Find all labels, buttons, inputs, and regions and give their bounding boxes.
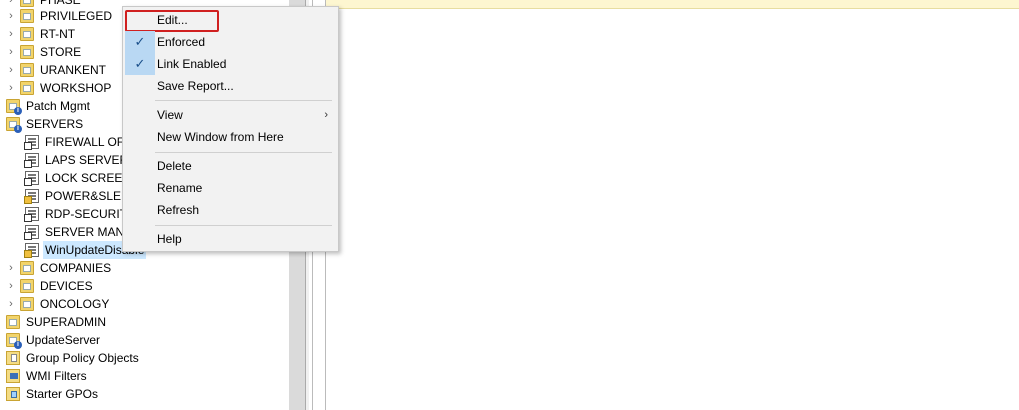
ou-folder-icon: [20, 9, 34, 23]
context-menu: Edit... ✓ Enforced ✓ Link Enabled Save R…: [122, 6, 339, 252]
menu-item-help[interactable]: Help: [125, 228, 336, 250]
check-icon: ✓: [125, 31, 155, 53]
ou-folder-icon: [20, 279, 34, 293]
menu-separator: [155, 100, 332, 101]
ou-folder-icon: [20, 261, 34, 275]
chevron-right-icon[interactable]: ›: [6, 61, 16, 79]
menu-item-delete[interactable]: Delete: [125, 155, 336, 177]
tree-item-privileged[interactable]: › PRIVILEGED: [6, 7, 114, 25]
info-banner: [326, 0, 1019, 9]
tree-item-group-policy-objects[interactable]: Group Policy Objects: [6, 349, 141, 367]
submenu-arrow-icon: ›: [324, 109, 328, 121]
chevron-right-icon[interactable]: ›: [6, 79, 16, 97]
tree-item-starter-gpos[interactable]: Starter GPOs: [6, 385, 100, 403]
menu-separator: [155, 225, 332, 226]
chevron-right-icon[interactable]: ›: [6, 277, 16, 295]
tree-item-oncology[interactable]: › ONCOLOGY: [6, 295, 111, 313]
ou-folder-icon: [20, 63, 34, 77]
menu-item-refresh[interactable]: Refresh: [125, 199, 336, 221]
details-pane: [326, 0, 1019, 410]
ou-folder-icon: [20, 27, 34, 41]
tree-item-lock-screen[interactable]: LOCK SCREEN: [24, 169, 133, 187]
tree-item-rdp-security[interactable]: RDP-SECURITY: [24, 205, 137, 223]
ou-folder-icon: [20, 0, 34, 7]
gpo-link-icon: [24, 225, 39, 240]
menu-gutter: [125, 155, 155, 177]
starter-gpo-folder-icon: [6, 387, 20, 401]
ou-info-icon: [6, 117, 22, 133]
tree-item-companies[interactable]: › COMPANIES: [6, 259, 113, 277]
menu-gutter: [125, 75, 155, 97]
gpo-link-warn-icon: [24, 243, 39, 258]
tree-item-patch-mgmt[interactable]: Patch Mgmt: [6, 97, 92, 115]
gpo-link-icon: [24, 171, 39, 186]
tree-item-urankent[interactable]: › URANKENT: [6, 61, 108, 79]
menu-item-link-enabled[interactable]: ✓ Link Enabled: [125, 53, 336, 75]
tree-item-servers[interactable]: SERVERS: [6, 115, 85, 133]
menu-item-rename[interactable]: Rename: [125, 177, 336, 199]
menu-item-save-report[interactable]: Save Report...: [125, 75, 336, 97]
chevron-right-icon[interactable]: ›: [6, 295, 16, 313]
tree-item-firewall-off[interactable]: FIREWALL OFF: [24, 133, 133, 151]
ou-info-icon: [6, 99, 22, 115]
menu-gutter: [125, 177, 155, 199]
menu-item-new-window[interactable]: New Window from Here: [125, 126, 336, 148]
menu-gutter: [125, 126, 155, 148]
edit-highlight-box: [125, 10, 219, 32]
tree-item-wmi-filters[interactable]: WMI Filters: [6, 367, 89, 385]
menu-item-view[interactable]: View ›: [125, 104, 336, 126]
check-icon: ✓: [125, 53, 155, 75]
tree-item-superadmin[interactable]: SUPERADMIN: [6, 313, 108, 331]
ou-folder-icon: [20, 45, 34, 59]
menu-separator: [155, 152, 332, 153]
ou-folder-icon: [20, 81, 34, 95]
gpo-folder-icon: [6, 351, 20, 365]
tree-item-rt-nt[interactable]: › RT-NT: [6, 25, 77, 43]
gpo-link-icon: [24, 153, 39, 168]
gpo-link-icon: [24, 207, 39, 222]
chevron-right-icon[interactable]: ›: [6, 259, 16, 277]
menu-gutter: [125, 104, 155, 126]
tree-item-devices[interactable]: › DEVICES: [6, 277, 95, 295]
ou-info-icon: [6, 333, 22, 349]
tree-item-store[interactable]: › STORE: [6, 43, 83, 61]
chevron-right-icon[interactable]: ›: [6, 43, 16, 61]
menu-gutter: [125, 199, 155, 221]
chevron-right-icon[interactable]: ›: [6, 25, 16, 43]
chevron-right-icon[interactable]: ›: [6, 7, 16, 25]
tree-item-workshop[interactable]: › WORKSHOP: [6, 79, 113, 97]
gpo-link-warn-icon: [24, 189, 39, 204]
menu-gutter: [125, 228, 155, 250]
ou-folder-icon: [6, 315, 20, 329]
gpo-link-icon: [24, 135, 39, 150]
menu-item-enforced[interactable]: ✓ Enforced: [125, 31, 336, 53]
ou-folder-icon: [20, 297, 34, 311]
tree-item-server-mana[interactable]: SERVER MANA: [24, 223, 134, 241]
tree-item-updateserver[interactable]: UpdateServer: [6, 331, 102, 349]
wmi-folder-icon: [6, 369, 20, 383]
